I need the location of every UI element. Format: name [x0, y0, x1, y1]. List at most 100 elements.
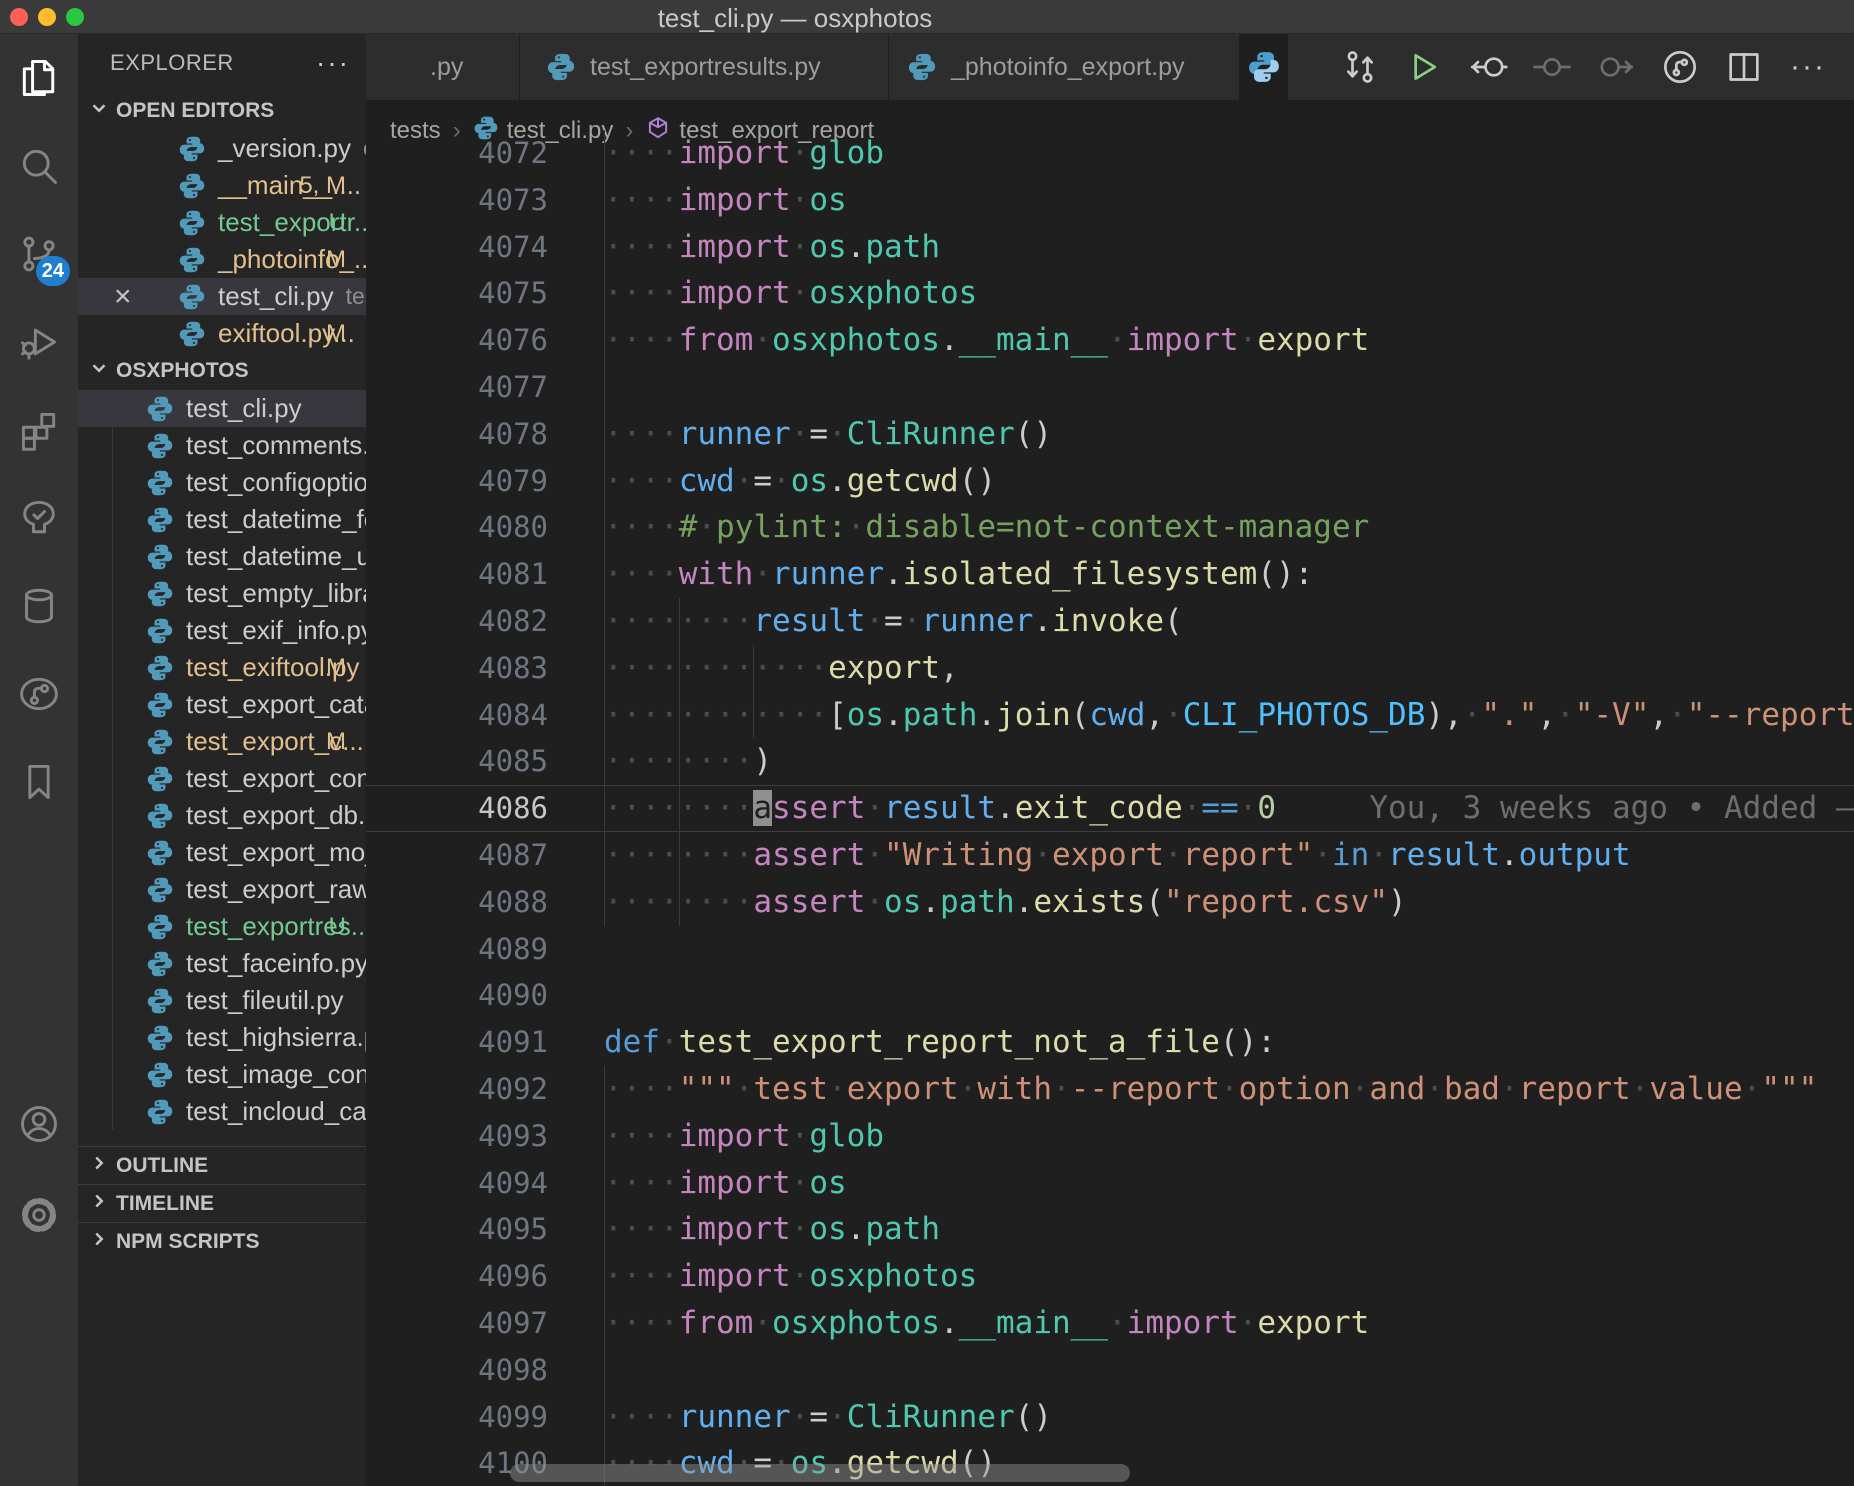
- split-editor-icon[interactable]: [1712, 39, 1776, 95]
- project-header[interactable]: OSXPHOTOS: [78, 352, 366, 390]
- whitespace-dot: ·: [623, 790, 642, 826]
- tree-item[interactable]: test_datetime_form...: [78, 501, 366, 538]
- tab--photoinfo-export-py[interactable]: _photoinfo_export.py: [889, 34, 1240, 100]
- line-content: ····import·os.path: [604, 1206, 1854, 1253]
- activity-item-database-icon[interactable]: [0, 562, 78, 650]
- indent-guide-icon: [604, 645, 605, 692]
- tree-item[interactable]: test_export_conver...: [78, 760, 366, 797]
- line-number: 4077: [366, 364, 604, 411]
- horizontal-scrollbar[interactable]: [510, 1464, 1130, 1482]
- whitespace-dot: ·: [641, 182, 660, 218]
- tree-item[interactable]: test_empty_library_...: [78, 575, 366, 612]
- explorer-more-icon[interactable]: ···: [316, 47, 350, 79]
- tab--py[interactable]: .py: [366, 34, 520, 100]
- tree-item[interactable]: test_cli.py: [78, 390, 366, 427]
- indent-guide-icon: [604, 224, 605, 271]
- code-editor[interactable]: 4072····import·glob4073····import·os4074…: [366, 130, 1854, 1486]
- code-token: cwd: [679, 463, 735, 499]
- whitespace-dot: ·: [623, 135, 642, 171]
- activity-item-run-debug-icon[interactable]: [0, 298, 78, 386]
- traffic-light-zoom[interactable]: [66, 8, 84, 26]
- tree-item[interactable]: test_configoptions....: [78, 464, 366, 501]
- code-line: 4079····cwd·=·os.getcwd(): [366, 458, 1854, 505]
- whitespace-dot: ·: [623, 322, 642, 358]
- whitespace-dot: ·: [735, 697, 754, 733]
- tree-item[interactable]: test_export_catalin...: [78, 686, 366, 723]
- open-editor-item[interactable]: __main__....5, M: [78, 167, 366, 204]
- code-token: ,: [1537, 697, 1556, 733]
- code-token: from: [679, 322, 754, 358]
- traffic-light-close[interactable]: [10, 8, 28, 26]
- whitespace-dot: ·: [1631, 1071, 1650, 1107]
- tree-item[interactable]: test_export_raw_ca...: [78, 871, 366, 908]
- code-line: 4089: [366, 926, 1854, 973]
- activity-item-source-control-icon[interactable]: 24: [0, 210, 78, 298]
- activity-item-account-icon[interactable]: [0, 1080, 78, 1168]
- activity-item-git-graph-icon[interactable]: [0, 650, 78, 738]
- open-editor-item[interactable]: ×test_cli.pytests: [78, 278, 366, 315]
- activity-item-files-icon[interactable]: [0, 34, 78, 122]
- whitespace-dot: ·: [865, 603, 884, 639]
- tree-item[interactable]: test_image_convert...: [78, 1056, 366, 1093]
- compare-changes-icon[interactable]: [1328, 39, 1392, 95]
- chevron-right-icon: [88, 1228, 110, 1256]
- code-token: report: [1519, 1071, 1631, 1107]
- line-number: 4081: [366, 551, 604, 598]
- whitespace-dot: ·: [1108, 322, 1127, 358]
- whitespace-dot: ·: [623, 1118, 642, 1154]
- tree-item[interactable]: test_exportres...U: [78, 908, 366, 945]
- whitespace-dot: ·: [641, 275, 660, 311]
- whitespace-dot: ·: [623, 1071, 642, 1107]
- whitespace-dot: ·: [716, 790, 735, 826]
- code-token: path: [865, 229, 940, 265]
- activity-item-bookmark-icon[interactable]: [0, 738, 78, 826]
- run-circle-icon[interactable]: [1648, 39, 1712, 95]
- activity-item-extensions-icon[interactable]: [0, 386, 78, 474]
- tree-item[interactable]: test_fileutil.py: [78, 982, 366, 1019]
- line-number: 4097: [366, 1300, 604, 1347]
- test-explorer-icon: [17, 496, 61, 540]
- code-token: os: [809, 182, 846, 218]
- tree-item[interactable]: test_comments.py: [78, 427, 366, 464]
- open-editor-item[interactable]: exiftool.py...M: [78, 315, 366, 352]
- tree-item[interactable]: test_faceinfo.py: [78, 945, 366, 982]
- tree-item[interactable]: test_highsierra.py: [78, 1019, 366, 1056]
- open-editor-item[interactable]: test_exportr...U: [78, 204, 366, 241]
- whitespace-dot: ·: [865, 837, 884, 873]
- traffic-light-minimize[interactable]: [38, 8, 56, 26]
- activity-item-settings-gear-icon[interactable]: [0, 1171, 78, 1259]
- code-token: glob: [809, 1118, 884, 1154]
- tree-item[interactable]: test_exif_info.py: [78, 612, 366, 649]
- indent-guide-icon: [604, 130, 605, 177]
- activity-item-test-explorer-icon[interactable]: [0, 474, 78, 562]
- tree-item[interactable]: test_export_c...M: [78, 723, 366, 760]
- code-token: invoke: [1052, 603, 1164, 639]
- tree-item[interactable]: test_exiftool.pyM: [78, 649, 366, 686]
- tree-item[interactable]: test_export_db.py: [78, 797, 366, 834]
- section-timeline[interactable]: TIMELINE: [78, 1184, 366, 1222]
- step-out-icon[interactable]: [1584, 39, 1648, 95]
- step-back-icon[interactable]: [1456, 39, 1520, 95]
- open-editors-header[interactable]: OPEN EDITORS: [78, 92, 366, 130]
- code-token: output: [1519, 837, 1631, 873]
- open-editor-item[interactable]: _version.pyosxp...: [78, 130, 366, 167]
- line-content: ····import·os: [604, 177, 1854, 224]
- whitespace-dot: ·: [660, 1258, 679, 1294]
- more-actions-icon[interactable]: ···: [1776, 39, 1840, 95]
- step-over-icon[interactable]: [1520, 39, 1584, 95]
- open-editors-list: _version.pyosxp...__main__....5, Mtest_e…: [78, 130, 366, 352]
- tree-item[interactable]: test_export_mojave...: [78, 834, 366, 871]
- run-icon[interactable]: [1392, 39, 1456, 95]
- section-npm-scripts[interactable]: NPM SCRIPTS: [78, 1222, 366, 1260]
- close-icon[interactable]: ×: [114, 280, 132, 314]
- indent-guide-icon: [604, 598, 605, 645]
- python-interpreter-button[interactable]: [1240, 34, 1288, 100]
- tree-item[interactable]: test_datetime_utils....: [78, 538, 366, 575]
- activity-item-search-icon[interactable]: [0, 122, 78, 210]
- tree-item[interactable]: test_incloud_catali...: [78, 1093, 366, 1130]
- section-outline[interactable]: OUTLINE: [78, 1146, 366, 1184]
- code-token: import: [679, 275, 791, 311]
- tab-test-exportresults-py[interactable]: test_exportresults.py: [520, 34, 889, 100]
- code-token: assert: [753, 884, 865, 920]
- open-editor-item[interactable]: _photoinfo_...M: [78, 241, 366, 278]
